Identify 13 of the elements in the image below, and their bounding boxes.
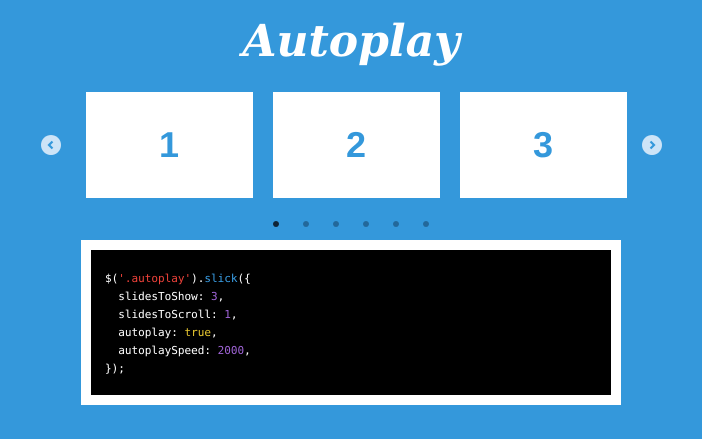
previous-button[interactable] xyxy=(40,135,60,155)
slide-number: 2 xyxy=(346,123,366,167)
code-line: slidesToShow: 3, xyxy=(117,289,226,305)
code-line: slidesToScroll: 1, xyxy=(117,307,238,323)
chevron-left-icon xyxy=(46,140,56,150)
chevron-right-icon xyxy=(646,140,656,150)
code-line: $('.autoplay').slick({ xyxy=(105,271,252,287)
code-line: autoplaySpeed: 2000, xyxy=(117,343,252,359)
code-line: autoplay: true, xyxy=(117,325,219,341)
code-line: }); xyxy=(105,361,126,377)
slide-number: 1 xyxy=(158,123,180,167)
slide-number: 3 xyxy=(532,123,554,167)
next-button[interactable] xyxy=(642,135,662,155)
